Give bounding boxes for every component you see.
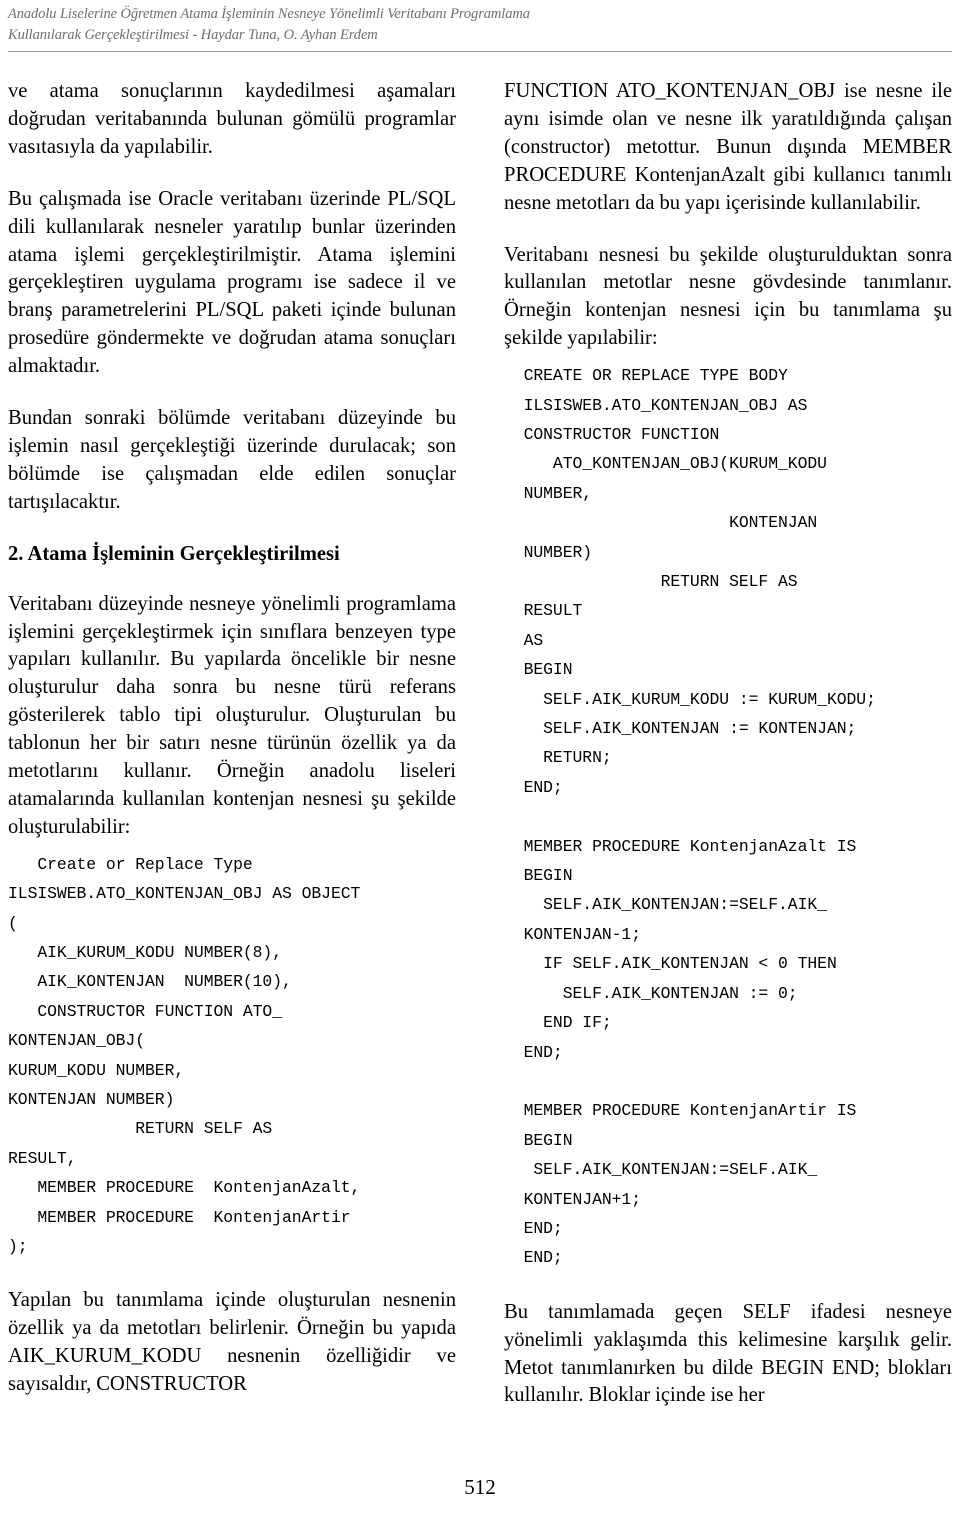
right-paragraph-3: Bu tanımlamada geçen SELF ifadesi nesney… — [504, 1300, 952, 1407]
right-paragraph-1: FUNCTION ATO_KONTENJAN_OBJ ise nesne ile… — [504, 80, 952, 214]
left-paragraph-2: Bu çalışmada ise Oracle veritabanı üzeri… — [8, 187, 456, 378]
left-paragraph-3: Bundan sonraki bölümde veritabanı düzeyi… — [8, 407, 456, 513]
header-title-line-1: Anadolu Liselerine Öğretmen Atama İşlemi… — [8, 6, 530, 22]
left-paragraph-5: Yapılan bu tanımlama içinde oluşturulan … — [8, 1289, 456, 1396]
page-number: 512 — [464, 1475, 496, 1499]
left-column: ve atama sonuçlarının kaydedilmesi aşama… — [8, 78, 456, 1458]
section-heading-2: 2. Atama İşleminin Gerçekleştirilmesi — [8, 542, 340, 565]
right-paragraph-2: Veritabanı nesnesi bu şekilde oluşturuld… — [504, 243, 952, 350]
right-code-block-type-body: CREATE OR REPLACE TYPE BODY ILSISWEB.ATO… — [523, 366, 876, 1268]
page-running-header: Anadolu Liselerine Öğretmen Atama İşlemi… — [8, 4, 952, 52]
right-column: FUNCTION ATO_KONTENJAN_OBJ ise nesne ile… — [504, 78, 952, 1458]
header-title-line-2: Kullanılarak Gerçekleştirilmesi - Haydar… — [8, 27, 378, 43]
two-column-body: ve atama sonuçlarının kaydedilmesi aşama… — [8, 78, 952, 1458]
left-code-block-type-definition: Create or Replace Type ILSISWEB.ATO_KONT… — [8, 854, 361, 1257]
left-paragraph-4: Veritabanı düzeyinde nesneye yönelimli p… — [8, 592, 456, 838]
left-paragraph-1: ve atama sonuçlarının kaydedilmesi aşama… — [8, 80, 456, 158]
